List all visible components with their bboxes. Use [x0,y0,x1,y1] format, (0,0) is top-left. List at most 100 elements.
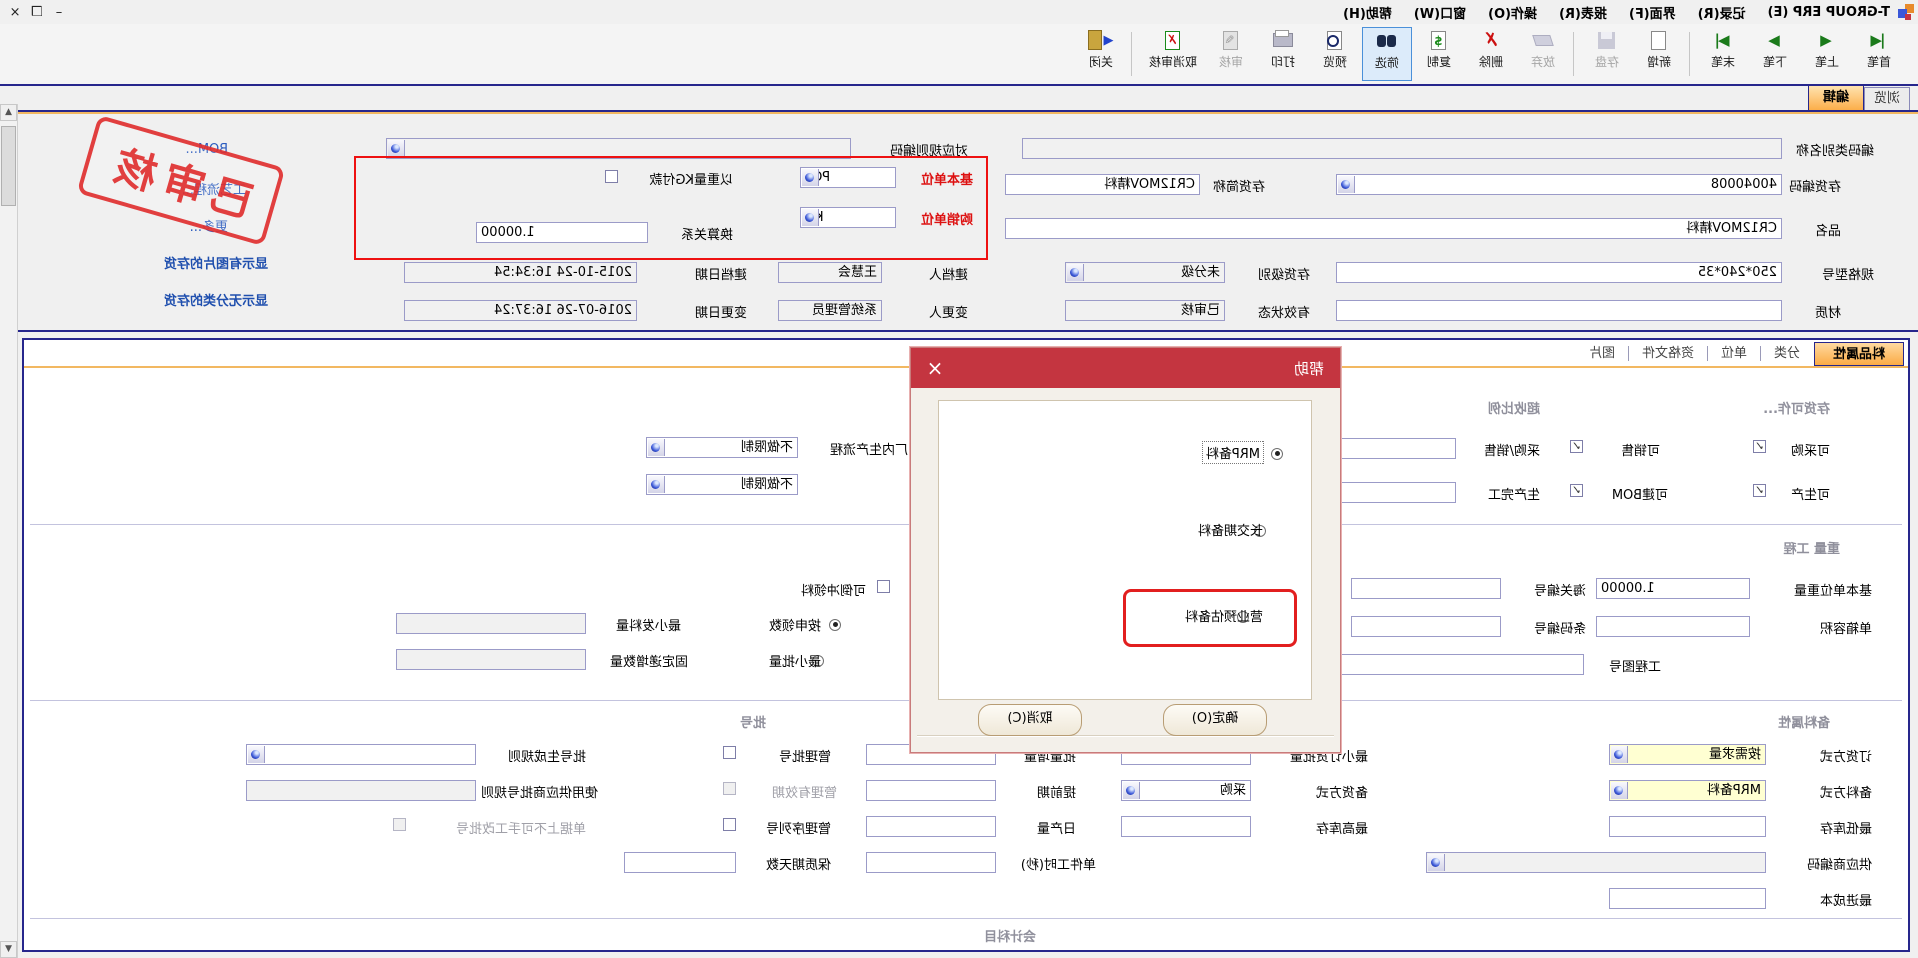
supplier-code-label: 供应商编码 [1807,854,1872,873]
menu-item-record[interactable]: 记录(R) [1698,3,1746,22]
tab-qualification-files[interactable]: 资格文件 [1630,342,1706,366]
factory-flow-field[interactable]: 不做限制 [646,437,798,458]
customs-code-field[interactable] [1351,578,1501,599]
by-request-radio[interactable] [829,619,841,631]
toolbar-first-record-button[interactable]: |◀ 首笔 [1854,27,1904,81]
toolbar-last-record-button[interactable]: ▶| 末笔 [1698,27,1748,81]
toolbar-cancel-audit-button[interactable]: ✗ 取消审核 [1142,27,1204,81]
batch-rule-field[interactable] [246,744,476,765]
shelf-life-field[interactable] [624,852,736,873]
box-volume-field[interactable] [1596,616,1750,637]
barcode-field[interactable] [1351,616,1501,637]
toolbar-preview-button[interactable]: 预览 [1310,27,1360,81]
lookup-icon[interactable] [388,140,405,157]
tab-edit[interactable]: 编辑 [1808,85,1864,110]
lookup-icon[interactable] [1428,854,1445,871]
purchase-unit-field[interactable]: KG [800,207,896,228]
minimize-button[interactable]: – [48,5,70,20]
no-manual-change-checkbox[interactable] [393,818,406,831]
code-category-label: 编码类别名称 [1796,140,1874,159]
link-show-with-image[interactable]: 显示有图片的存货 [164,253,268,272]
lookup-icon[interactable] [1611,746,1628,763]
cancel-button[interactable]: 取消(C) [978,704,1082,736]
lookup-icon[interactable] [802,169,819,186]
spec-field[interactable]: 250*240*35 [1336,262,1782,283]
purchase-unit-label: 购销单位 [921,209,973,228]
production-ratio-field[interactable] [1341,482,1456,503]
manage-serial-checkbox[interactable] [723,818,736,831]
toolbar-close-button[interactable]: ◀ 关闭 [1076,27,1126,81]
level-field[interactable]: 未分级 [1065,262,1225,283]
ok-button[interactable]: 确定(O) [1163,704,1267,736]
toolbar-next-record-button[interactable]: ▶ 下笔 [1750,27,1800,81]
latest-cost-field[interactable] [1609,888,1766,909]
stock-mode-field[interactable]: 采购 [1121,780,1251,801]
item-code-field[interactable]: 40040008 [1336,174,1782,195]
lookup-icon[interactable] [648,476,665,493]
base-unit-weight-field[interactable]: 1.00000 [1596,578,1750,599]
link-show-unclassified[interactable]: 显示无分类的存货 [164,290,268,309]
unit-work-time-field[interactable] [866,852,996,873]
second-flow-field[interactable]: 不做限制 [646,474,798,495]
lookup-icon[interactable] [1338,176,1355,193]
can-sell-checkbox[interactable]: ✓ [1570,440,1583,453]
toolbar-discard-button[interactable]: 放弃 [1518,27,1568,81]
code-category-field[interactable] [1022,138,1782,159]
base-unit-field[interactable]: PCS [800,167,896,188]
tab-images[interactable]: 图片 [1577,342,1627,366]
toolbar-new-button[interactable]: 新增 [1634,27,1684,81]
short-name-field[interactable]: CR12MOV精料 [1005,174,1200,195]
menu-item-report[interactable]: 报表(R) [1559,3,1607,22]
supplier-code-field[interactable] [1426,852,1766,873]
purchase-sales-ratio-field[interactable] [1341,438,1456,459]
lookup-icon[interactable] [648,439,665,456]
toolbar-audit-button[interactable]: ✎ 审核 [1206,27,1256,81]
mrp-supply-radio[interactable] [1271,448,1283,460]
lead-time-field[interactable] [866,780,996,801]
toolbar-prev-record-button[interactable]: ◀ 上笔 [1802,27,1852,81]
toolbar-copy-button[interactable]: $ 复制 [1414,27,1464,81]
lookup-icon[interactable] [802,209,819,226]
manage-batch-checkbox[interactable] [723,746,736,759]
conversion-field[interactable]: 1.00000 [476,222,648,243]
pay-by-weight-checkbox[interactable] [605,170,618,183]
toolbar-delete-button[interactable]: ✗ 删除 [1466,27,1516,81]
scrollbar-thumb[interactable] [1,126,16,206]
restore-button[interactable]: ❐ [26,5,48,20]
scroll-up-icon[interactable]: ▲ [0,104,17,121]
menu-item-ui[interactable]: 界面(F) [1629,3,1676,22]
lookup-icon[interactable] [1611,782,1628,799]
vertical-scrollbar[interactable]: ▲ ▼ [0,104,18,958]
toolbar-filter-button[interactable]: 筛选 [1362,27,1412,81]
can-produce-checkbox[interactable]: ✓ [1753,484,1766,497]
scroll-down-icon[interactable]: ▼ [0,941,17,958]
can-purchase-checkbox[interactable]: ✓ [1753,440,1766,453]
product-name-field[interactable]: CR12MOV精料 [1005,218,1782,239]
supply-mode-field[interactable]: MRP备料 [1609,780,1766,801]
menu-item-help[interactable]: 帮助(H) [1343,3,1392,22]
material-field[interactable] [1336,300,1782,321]
lookup-icon[interactable] [1123,782,1140,799]
backflush-checkbox[interactable] [877,580,890,593]
min-stock-field[interactable] [1609,816,1766,837]
tab-browse[interactable]: 浏览 [1864,87,1910,110]
tab-units[interactable]: 单位 [1709,342,1759,366]
menu-item-window[interactable]: 窗口(W) [1414,3,1466,22]
toolbar-save-button[interactable]: 存盘 [1582,27,1632,81]
tab-classification[interactable]: 分类 [1762,342,1812,366]
toolbar-print-button[interactable]: 打印 [1258,27,1308,81]
tab-item-properties[interactable]: 料品属性 [1814,342,1904,366]
close-window-button[interactable]: × [4,5,26,20]
spec-label: 规格型号 [1822,264,1874,283]
can-produce-label: 可生产 [1791,484,1830,503]
max-stock-field[interactable] [1121,816,1251,837]
daily-output-field[interactable] [866,816,996,837]
menu-item-app[interactable]: T-GROUP ERP (E) [1768,5,1890,20]
lookup-icon[interactable] [1067,264,1084,281]
lookup-icon[interactable] [248,746,265,763]
order-mode-field[interactable]: 按需求量 [1609,744,1766,765]
manage-expiry-checkbox[interactable] [723,782,736,795]
dialog-close-icon[interactable]: × [921,354,949,382]
can-bom-checkbox[interactable]: ✓ [1570,484,1583,497]
menu-item-operate[interactable]: 操作(O) [1488,3,1537,22]
